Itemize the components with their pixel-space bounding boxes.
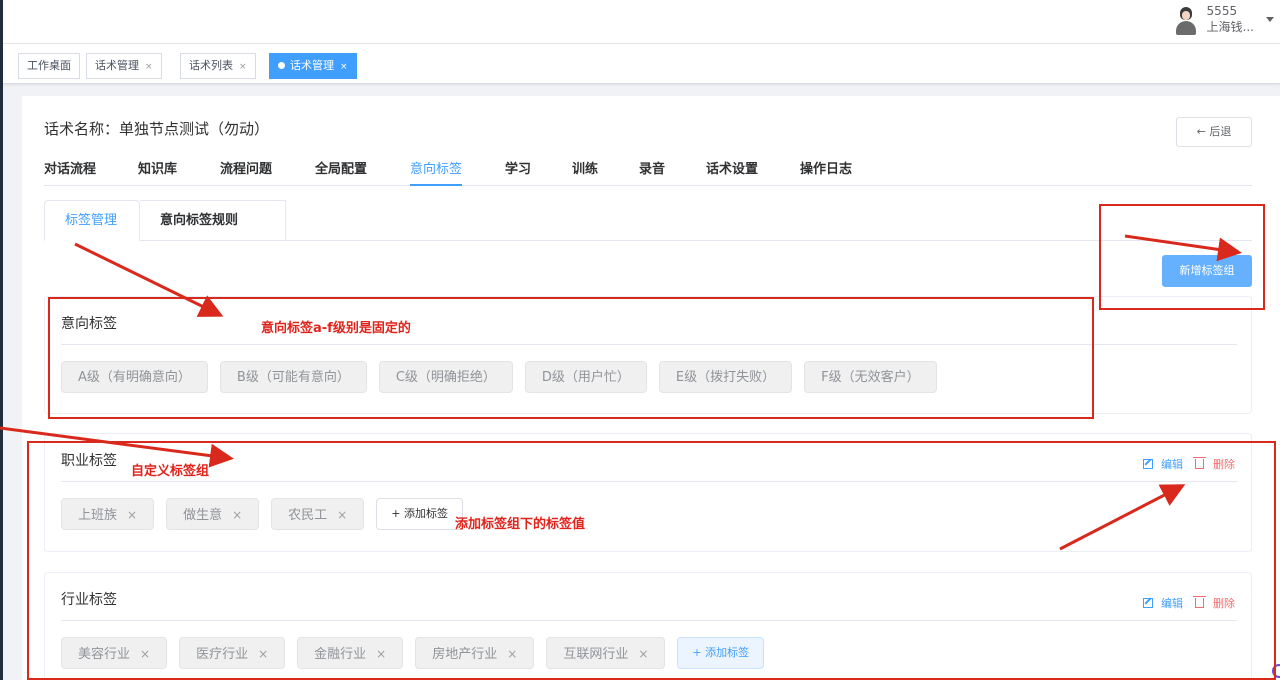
active-dot-icon	[278, 62, 285, 69]
annotation-box-add-group	[1099, 204, 1265, 310]
user-info[interactable]: 5555 上海钱...	[1207, 3, 1254, 35]
annotation-box-custom-groups	[27, 441, 1276, 680]
tab-learning[interactable]: 学习	[505, 158, 531, 186]
open-tab-label: 话术列表	[189, 59, 233, 72]
tab-script-settings[interactable]: 话术设置	[706, 158, 758, 186]
tab-intent-tags[interactable]: 意向标签	[410, 158, 463, 186]
tab-global-config[interactable]: 全局配置	[315, 158, 367, 186]
user-menu[interactable]: 5555 上海钱...	[1175, 3, 1274, 41]
annotation-box-intent-tags	[48, 297, 1094, 419]
open-tab-script-manage[interactable]: 话术管理 ×	[86, 53, 162, 79]
open-tab-label: 话术管理	[290, 59, 334, 72]
close-icon[interactable]: ×	[239, 62, 247, 72]
tab-training[interactable]: 训练	[572, 158, 598, 186]
open-tab-workbench[interactable]: 工作桌面	[18, 53, 80, 79]
tab-operation-log[interactable]: 操作日志	[800, 158, 852, 186]
tab-dialog-flow[interactable]: 对话流程	[44, 158, 96, 186]
open-tab-script-list[interactable]: 话术列表 ×	[180, 53, 256, 79]
tab-intent-tag-rules[interactable]: 意向标签规则	[140, 200, 286, 241]
close-icon[interactable]: ×	[145, 62, 153, 72]
tab-flow-questions[interactable]: 流程问题	[220, 158, 272, 186]
left-window-edge	[0, 0, 3, 680]
avatar[interactable]	[1175, 7, 1197, 35]
annotation-custom-note: 自定义标签组	[131, 464, 210, 479]
tab-recording[interactable]: 录音	[639, 158, 665, 186]
open-tab-label: 工作桌面	[27, 59, 71, 72]
open-tab-script-manage-active[interactable]: 话术管理 ×	[269, 53, 357, 79]
tab-knowledge-base[interactable]: 知识库	[138, 158, 177, 186]
caret-down-icon[interactable]	[1266, 17, 1274, 22]
close-icon[interactable]: ×	[340, 62, 348, 72]
top-header: 5555 上海钱...	[3, 0, 1280, 44]
script-nav-tabs: 对话流程 知识库 流程问题 全局配置 意向标签 学习 训练 录音 话术设置 操作…	[44, 154, 1252, 186]
open-tabs-bar: 工作桌面 话术管理 × 话术列表 × 话术管理 ×	[3, 44, 1280, 84]
user-org: 上海钱...	[1206, 20, 1254, 34]
page-title: 话术名称：单独节点测试（勿动）	[44, 120, 270, 138]
annotation-add-value-note: 添加标签组下的标签值	[455, 517, 586, 532]
tag-sub-tabs: 标签管理 意向标签规则	[44, 200, 1252, 241]
tab-tag-management[interactable]: 标签管理	[44, 200, 140, 241]
user-name: 5555	[1206, 4, 1238, 18]
annotation-fixed-note: 意向标签a-f级别是固定的	[261, 321, 411, 336]
open-tab-label: 话术管理	[95, 59, 139, 72]
back-button[interactable]: ← 后退	[1176, 117, 1252, 147]
